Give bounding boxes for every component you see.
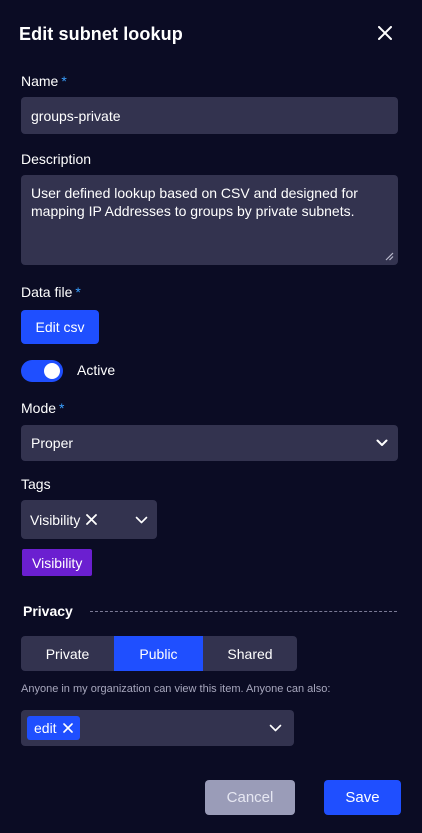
privacy-help-text: Anyone in my organization can view this … <box>21 683 331 695</box>
active-label: Active <box>77 362 116 378</box>
name-label-text: Name <box>21 73 59 89</box>
cancel-button[interactable]: Cancel <box>205 780 295 815</box>
resize-handle-icon[interactable] <box>384 251 394 261</box>
chevron-down-icon <box>376 439 388 446</box>
privacy-divider <box>90 611 397 612</box>
privacy-heading: Privacy <box>23 603 73 619</box>
mode-value: Proper <box>31 435 74 451</box>
save-button[interactable]: Save <box>324 780 401 815</box>
required-mark: * <box>75 284 81 300</box>
mode-label-text: Mode <box>21 400 57 416</box>
permission-dropdown-toggle[interactable] <box>269 724 282 732</box>
toggle-knob <box>44 363 60 379</box>
tag-badge: Visibility <box>22 549 93 576</box>
close-icon <box>86 514 98 525</box>
required-mark: * <box>59 400 65 416</box>
permission-chip: edit <box>27 716 80 740</box>
description-value: User defined lookup based on CSV and des… <box>31 185 358 219</box>
remove-tag-button[interactable] <box>86 514 98 525</box>
permission-select[interactable]: edit <box>21 710 294 746</box>
name-label: Name * <box>21 73 67 89</box>
close-icon <box>378 26 392 40</box>
close-button[interactable] <box>374 22 396 44</box>
tags-dropdown-toggle[interactable] <box>135 516 148 524</box>
chevron-down-icon <box>269 724 282 732</box>
required-mark: * <box>61 73 67 89</box>
chevron-down-icon <box>135 516 148 523</box>
privacy-segmented-control: Private Public Shared <box>21 636 297 671</box>
edit-csv-button[interactable]: Edit csv <box>21 310 99 344</box>
dialog-title: Edit subnet lookup <box>19 24 183 44</box>
tags-select[interactable]: Visibility <box>21 500 157 539</box>
privacy-option-shared[interactable]: Shared <box>203 636 297 671</box>
privacy-option-private[interactable]: Private <box>21 636 114 671</box>
close-icon <box>62 723 73 733</box>
privacy-option-public[interactable]: Public <box>114 636 203 671</box>
description-textarea[interactable]: User defined lookup based on CSV and des… <box>21 175 398 265</box>
permission-chip-label: edit <box>34 720 57 736</box>
tags-selected-value: Visibility <box>30 511 81 528</box>
mode-label: Mode * <box>21 400 64 416</box>
remove-permission-button[interactable] <box>62 723 73 733</box>
tags-label: Tags <box>21 476 51 492</box>
data-file-label: Data file * <box>21 284 81 300</box>
name-value: groups-private <box>31 107 121 124</box>
description-label: Description <box>21 151 92 167</box>
data-file-label-text: Data file <box>21 284 73 300</box>
mode-select[interactable]: Proper <box>21 425 398 461</box>
active-toggle[interactable] <box>21 360 63 382</box>
name-input[interactable]: groups-private <box>21 97 398 134</box>
